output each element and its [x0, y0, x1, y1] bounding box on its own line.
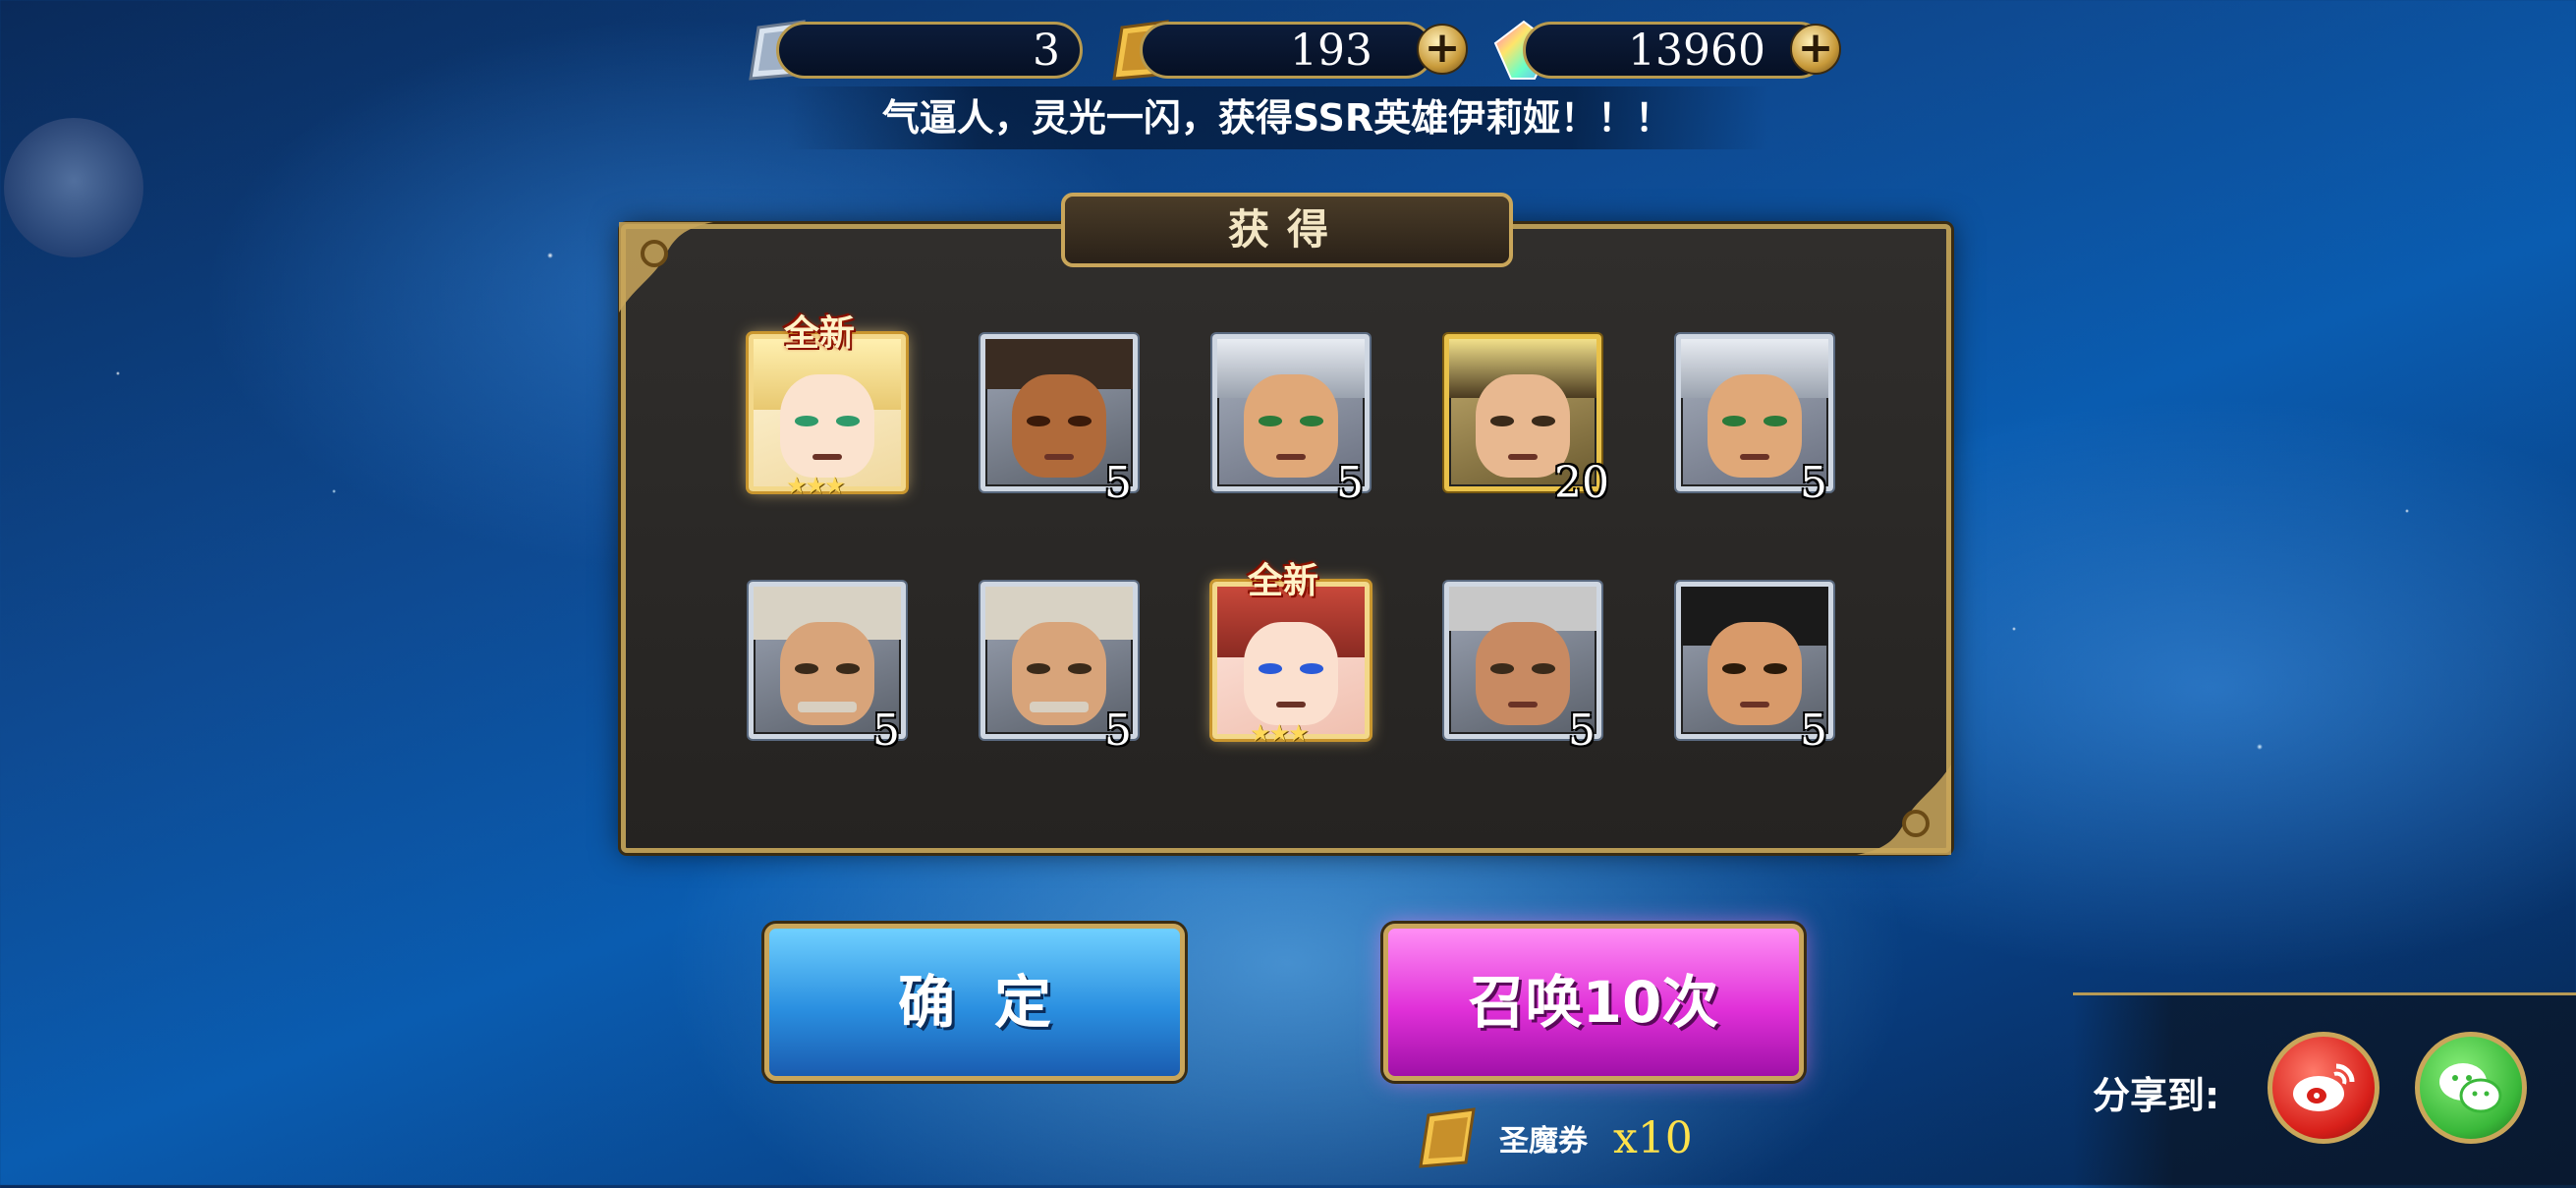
- cost-ticket-label: 圣魔券: [1499, 1124, 1588, 1159]
- star-rating: ★★★: [786, 472, 846, 499]
- hero-portrait: [1217, 587, 1365, 734]
- wechat-icon: [2439, 1063, 2502, 1113]
- new-badge: 全新: [1248, 561, 1319, 601]
- hero-count: 5: [1568, 706, 1596, 756]
- add-gold-ticket-button[interactable]: +: [1417, 24, 1468, 75]
- hero-card[interactable]: [749, 334, 906, 491]
- summon-10-button[interactable]: 召唤10次: [1383, 924, 1804, 1081]
- panel-corner-ornament: [1857, 764, 1951, 855]
- add-gem-button[interactable]: +: [1790, 24, 1841, 75]
- silver-ticket-count: 3: [1033, 25, 1060, 76]
- gold-ticket-count: 193: [1290, 25, 1372, 76]
- weibo-icon: [2293, 1063, 2355, 1111]
- weibo-share-button[interactable]: [2268, 1032, 2380, 1144]
- hero-count: 5: [1104, 458, 1132, 508]
- hero-count: 20: [1554, 458, 1609, 508]
- panel-title: 获得: [1061, 193, 1513, 267]
- gold-ticket-icon: [1419, 1107, 1476, 1168]
- gem-counter: 13960: [1523, 22, 1827, 79]
- gold-ticket-counter: 193: [1140, 22, 1434, 79]
- silver-ticket-counter: 3: [776, 22, 1083, 79]
- panel-corner-ornament: [619, 222, 713, 312]
- hero-count: 5: [1336, 458, 1364, 508]
- announcement-ticker: 气逼人，灵光一闪，获得SSR英雄伊莉娅！！！: [786, 86, 1768, 149]
- share-label: 分享到:: [2093, 1074, 2220, 1117]
- hero-count: 5: [1800, 458, 1827, 508]
- gem-count: 13960: [1628, 25, 1765, 76]
- new-badge: 全新: [784, 313, 856, 354]
- wechat-share-button[interactable]: [2415, 1032, 2527, 1144]
- hero-count: 5: [1104, 706, 1132, 756]
- hero-count: 5: [1800, 706, 1827, 756]
- hero-portrait: [754, 339, 901, 486]
- star-rating: ★★★: [1250, 719, 1310, 747]
- summon-cost: 圣魔券 x10: [1415, 1107, 1693, 1168]
- hero-card[interactable]: [1212, 582, 1370, 739]
- player-avatar[interactable]: [4, 118, 143, 257]
- cost-ticket-amount: x10: [1613, 1112, 1693, 1163]
- confirm-button[interactable]: 确定: [764, 924, 1185, 1081]
- hero-count: 5: [872, 706, 900, 756]
